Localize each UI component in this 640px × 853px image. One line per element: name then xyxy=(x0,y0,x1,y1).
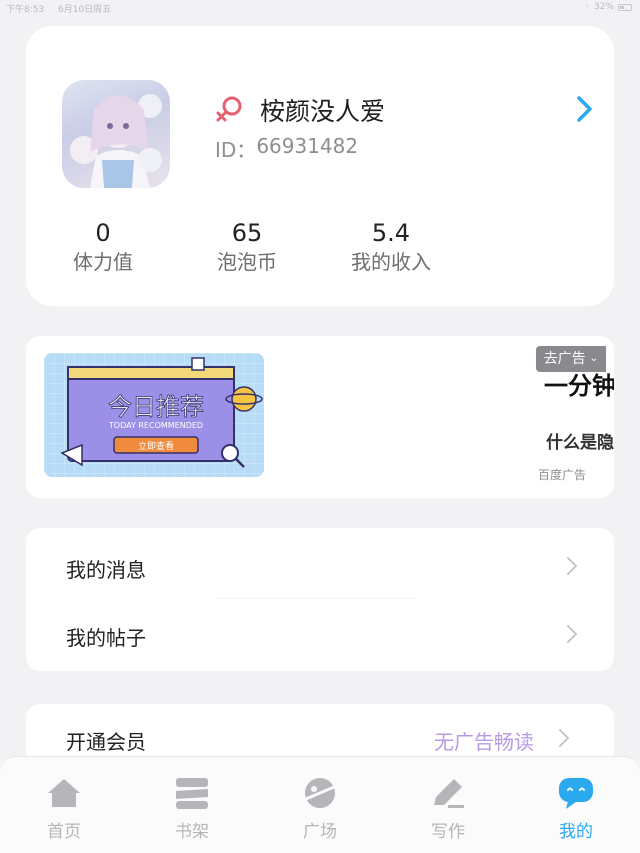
menu-item-messages-label: 我的消息 xyxy=(66,558,146,582)
tab-home[interactable]: 首页 xyxy=(24,775,104,842)
wifi-icon: ◦ xyxy=(584,2,590,12)
menu-item-posts-label: 我的帖子 xyxy=(66,626,146,650)
ad-image-title: 今日推荐 xyxy=(108,393,204,421)
avatar[interactable] xyxy=(62,80,170,188)
chat-bubble-icon xyxy=(559,778,593,809)
chevron-right-icon xyxy=(559,729,569,747)
status-date: 6月10日周五 xyxy=(58,5,112,15)
chevron-down-icon: ⌄ xyxy=(589,353,598,364)
female-gender-icon xyxy=(216,96,242,122)
ad-image-subtitle: TODAY RECOMMENDED xyxy=(108,421,203,430)
status-bar: 下午8:53 6月10日周五 ◦ 32% xyxy=(0,0,640,16)
pen-icon xyxy=(434,779,464,808)
remove-ad-button[interactable]: 去广告 ⌄ xyxy=(535,346,606,372)
tab-square-label: 广场 xyxy=(303,822,337,842)
remove-ad-label: 去广告 xyxy=(543,351,586,367)
stat-stamina[interactable]: 0 体力值 xyxy=(62,218,144,276)
tab-bar: 首页 书架 广场 写作 我的 xyxy=(0,756,640,853)
tab-me-label: 我的 xyxy=(559,822,593,842)
tab-bookshelf-label: 书架 xyxy=(175,822,209,842)
tab-write-label: 写作 xyxy=(431,822,465,842)
ad-card[interactable]: 今日推荐 TODAY RECOMMENDED 立即查看 一分钟 什么是隐 百度广… xyxy=(26,336,614,498)
ad-image-button: 立即查看 xyxy=(138,440,174,452)
tab-home-label: 首页 xyxy=(47,822,81,842)
chevron-right-icon xyxy=(567,557,577,575)
battery-percent: 32% xyxy=(593,2,614,12)
stat-coins-label: 泡泡币 xyxy=(217,250,277,274)
ad-banner-illustration: 今日推荐 TODAY RECOMMENDED 立即查看 xyxy=(44,353,264,477)
user-id-value: 66931482 xyxy=(256,134,359,158)
tab-square[interactable]: 广场 xyxy=(280,775,360,842)
avatar-illustration xyxy=(70,94,162,188)
menu-item-posts[interactable]: 我的帖子 xyxy=(26,600,614,668)
ad-description: 什么是隐 xyxy=(546,433,614,453)
divider xyxy=(216,598,416,599)
stat-income-value: 5.4 xyxy=(371,219,411,247)
bookshelf-icon xyxy=(176,778,208,809)
ad-source: 百度广告 xyxy=(538,468,587,482)
status-time: 下午8:53 xyxy=(6,5,45,15)
vip-hint: 无广告畅读 xyxy=(434,730,534,754)
stat-income[interactable]: 5.4 我的收入 xyxy=(340,218,442,276)
status-right: ◦ 32% xyxy=(585,2,632,12)
user-id-label: ID： xyxy=(215,138,257,162)
home-icon xyxy=(48,779,80,807)
tab-write[interactable]: 写作 xyxy=(408,775,488,842)
stat-stamina-value: 0 xyxy=(95,219,111,247)
menu-card: 我的消息 我的帖子 xyxy=(26,528,614,671)
tab-me[interactable]: 我的 xyxy=(536,775,616,842)
profile-card[interactable]: 桉颜没人爱 ID： 66931482 0 体力值 65 泡泡币 5.4 我的收入 xyxy=(26,26,614,306)
planet-icon xyxy=(305,778,335,808)
chevron-right-icon xyxy=(567,625,577,643)
username: 桉颜没人爱 xyxy=(260,97,386,126)
stat-coins[interactable]: 65 泡泡币 xyxy=(206,218,288,276)
tab-bookshelf[interactable]: 书架 xyxy=(152,775,232,842)
menu-item-messages[interactable]: 我的消息 xyxy=(26,532,614,600)
stat-coins-value: 65 xyxy=(231,219,263,247)
stat-stamina-label: 体力值 xyxy=(73,250,133,274)
user-id: ID： 66931482 xyxy=(215,134,358,163)
battery-icon xyxy=(618,3,632,11)
vip-label: 开通会员 xyxy=(66,730,146,754)
chevron-right-icon[interactable] xyxy=(574,94,594,124)
ad-image[interactable]: 今日推荐 TODAY RECOMMENDED 立即查看 xyxy=(44,353,264,477)
stat-income-label: 我的收入 xyxy=(351,250,431,274)
